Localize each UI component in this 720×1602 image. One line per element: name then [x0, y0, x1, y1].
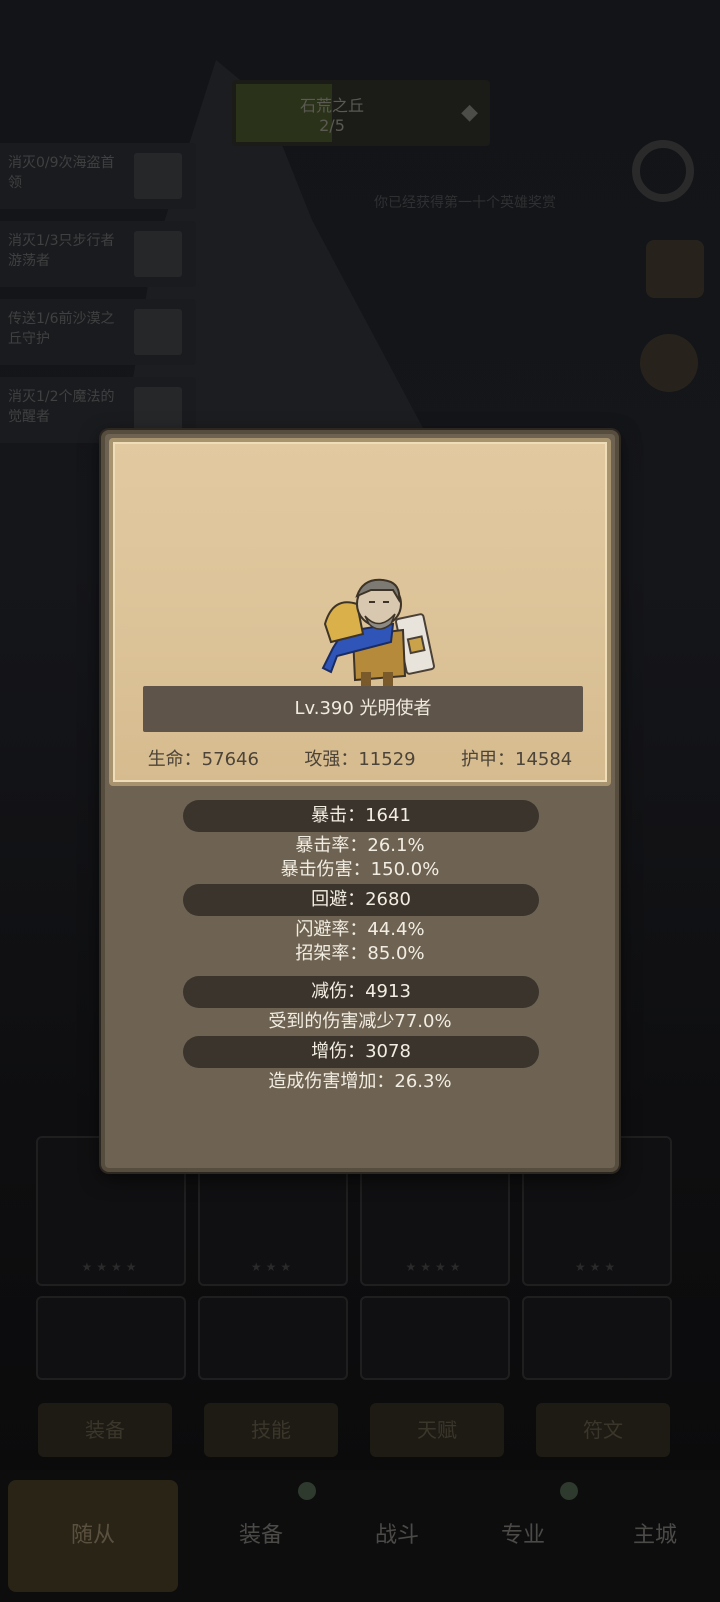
quest-text: 传送1/6前沙漠之丘守护 [8, 311, 115, 347]
sub-tab[interactable]: 符文 [536, 1403, 670, 1457]
hero-card: Lv.390 光明使者 生命：57646 攻强：11529 护甲：14584 [109, 438, 611, 786]
crit-pill: 暴击：1641 [183, 800, 539, 832]
parry-rate: 招架率：85.0% [295, 943, 425, 964]
quest-reward-icon [134, 387, 182, 433]
damage-increase-pill: 增伤：3078 [183, 1036, 539, 1068]
quest-reward-icon [134, 309, 182, 355]
hero-base-stats: 生命：57646 攻强：11529 护甲：14584 [113, 740, 607, 776]
hero-name-plate: Lv.390 光明使者 [143, 686, 583, 732]
damage-reduction-pill: 减伤：4913 [183, 976, 539, 1008]
notice-text: 你已经获得第一十个英雄奖赏 [374, 195, 556, 211]
nav-followers[interactable]: 随从 [8, 1480, 178, 1592]
attack-stat: 攻强：11529 [304, 749, 416, 770]
gear-icon[interactable] [632, 140, 694, 202]
quest-reward-icon [134, 231, 182, 277]
stage-name: 石荒之丘 [299, 96, 364, 115]
damage-dealt-text: 造成伤害增加：26.3% [268, 1071, 452, 1092]
star-rating: ★★★ [250, 1260, 296, 1274]
star-rating: ★★★★ [81, 1260, 141, 1274]
quest-text: 消灭1/3只步行者游荡者 [8, 233, 115, 269]
quest-reward-icon [134, 153, 182, 199]
nav-city[interactable]: 主城 [570, 1480, 720, 1592]
hero-slot[interactable] [522, 1296, 672, 1380]
damage-taken-text: 受到的伤害减少77.0% [268, 1011, 452, 1032]
crit-rate: 暴击率：26.1% [295, 835, 425, 856]
quest-item[interactable]: 消灭1/3只步行者游荡者 [0, 221, 196, 287]
armor-stat: 护甲：14584 [461, 749, 573, 770]
book-icon[interactable] [646, 240, 704, 298]
dodge-rate: 闪避率：44.4% [295, 919, 425, 940]
hero-slot[interactable] [36, 1296, 186, 1380]
stage-progress-text: 2/5 [319, 116, 345, 135]
star-rating: ★★★★ [405, 1260, 465, 1274]
stage-progress[interactable]: 石荒之丘 2/5 ◆ [232, 80, 490, 146]
hero-slot[interactable] [360, 1296, 510, 1380]
hero-slot[interactable] [198, 1296, 348, 1380]
crit-damage: 暴击伤害：150.0% [280, 859, 440, 880]
quest-text: 消灭1/2个魔法的觉醒者 [8, 389, 115, 425]
stage-arrow-icon[interactable]: ◆ [461, 100, 478, 125]
hero-sprite [321, 578, 435, 686]
bottom-nav: 随从 装备 战斗 专业 主城 [0, 1470, 720, 1602]
quest-item[interactable]: 消灭0/9次海盗首领 [0, 143, 196, 209]
sub-tab[interactable]: 天赋 [370, 1403, 504, 1457]
coin-icon[interactable] [640, 334, 698, 392]
hero-detail-popup[interactable]: Lv.390 光明使者 生命：57646 攻强：11529 护甲：14584 暴… [101, 430, 619, 1172]
dodge-pill: 回避：2680 [183, 884, 539, 916]
notification-dot [298, 1482, 316, 1500]
sub-tab[interactable]: 技能 [204, 1403, 338, 1457]
life-stat: 生命：57646 [147, 749, 259, 770]
sub-tab[interactable]: 装备 [38, 1403, 172, 1457]
quest-text: 消灭0/9次海盗首领 [8, 155, 115, 191]
quest-item[interactable]: 传送1/6前沙漠之丘守护 [0, 299, 196, 365]
star-rating: ★★★ [574, 1260, 620, 1274]
notification-dot [560, 1482, 578, 1500]
